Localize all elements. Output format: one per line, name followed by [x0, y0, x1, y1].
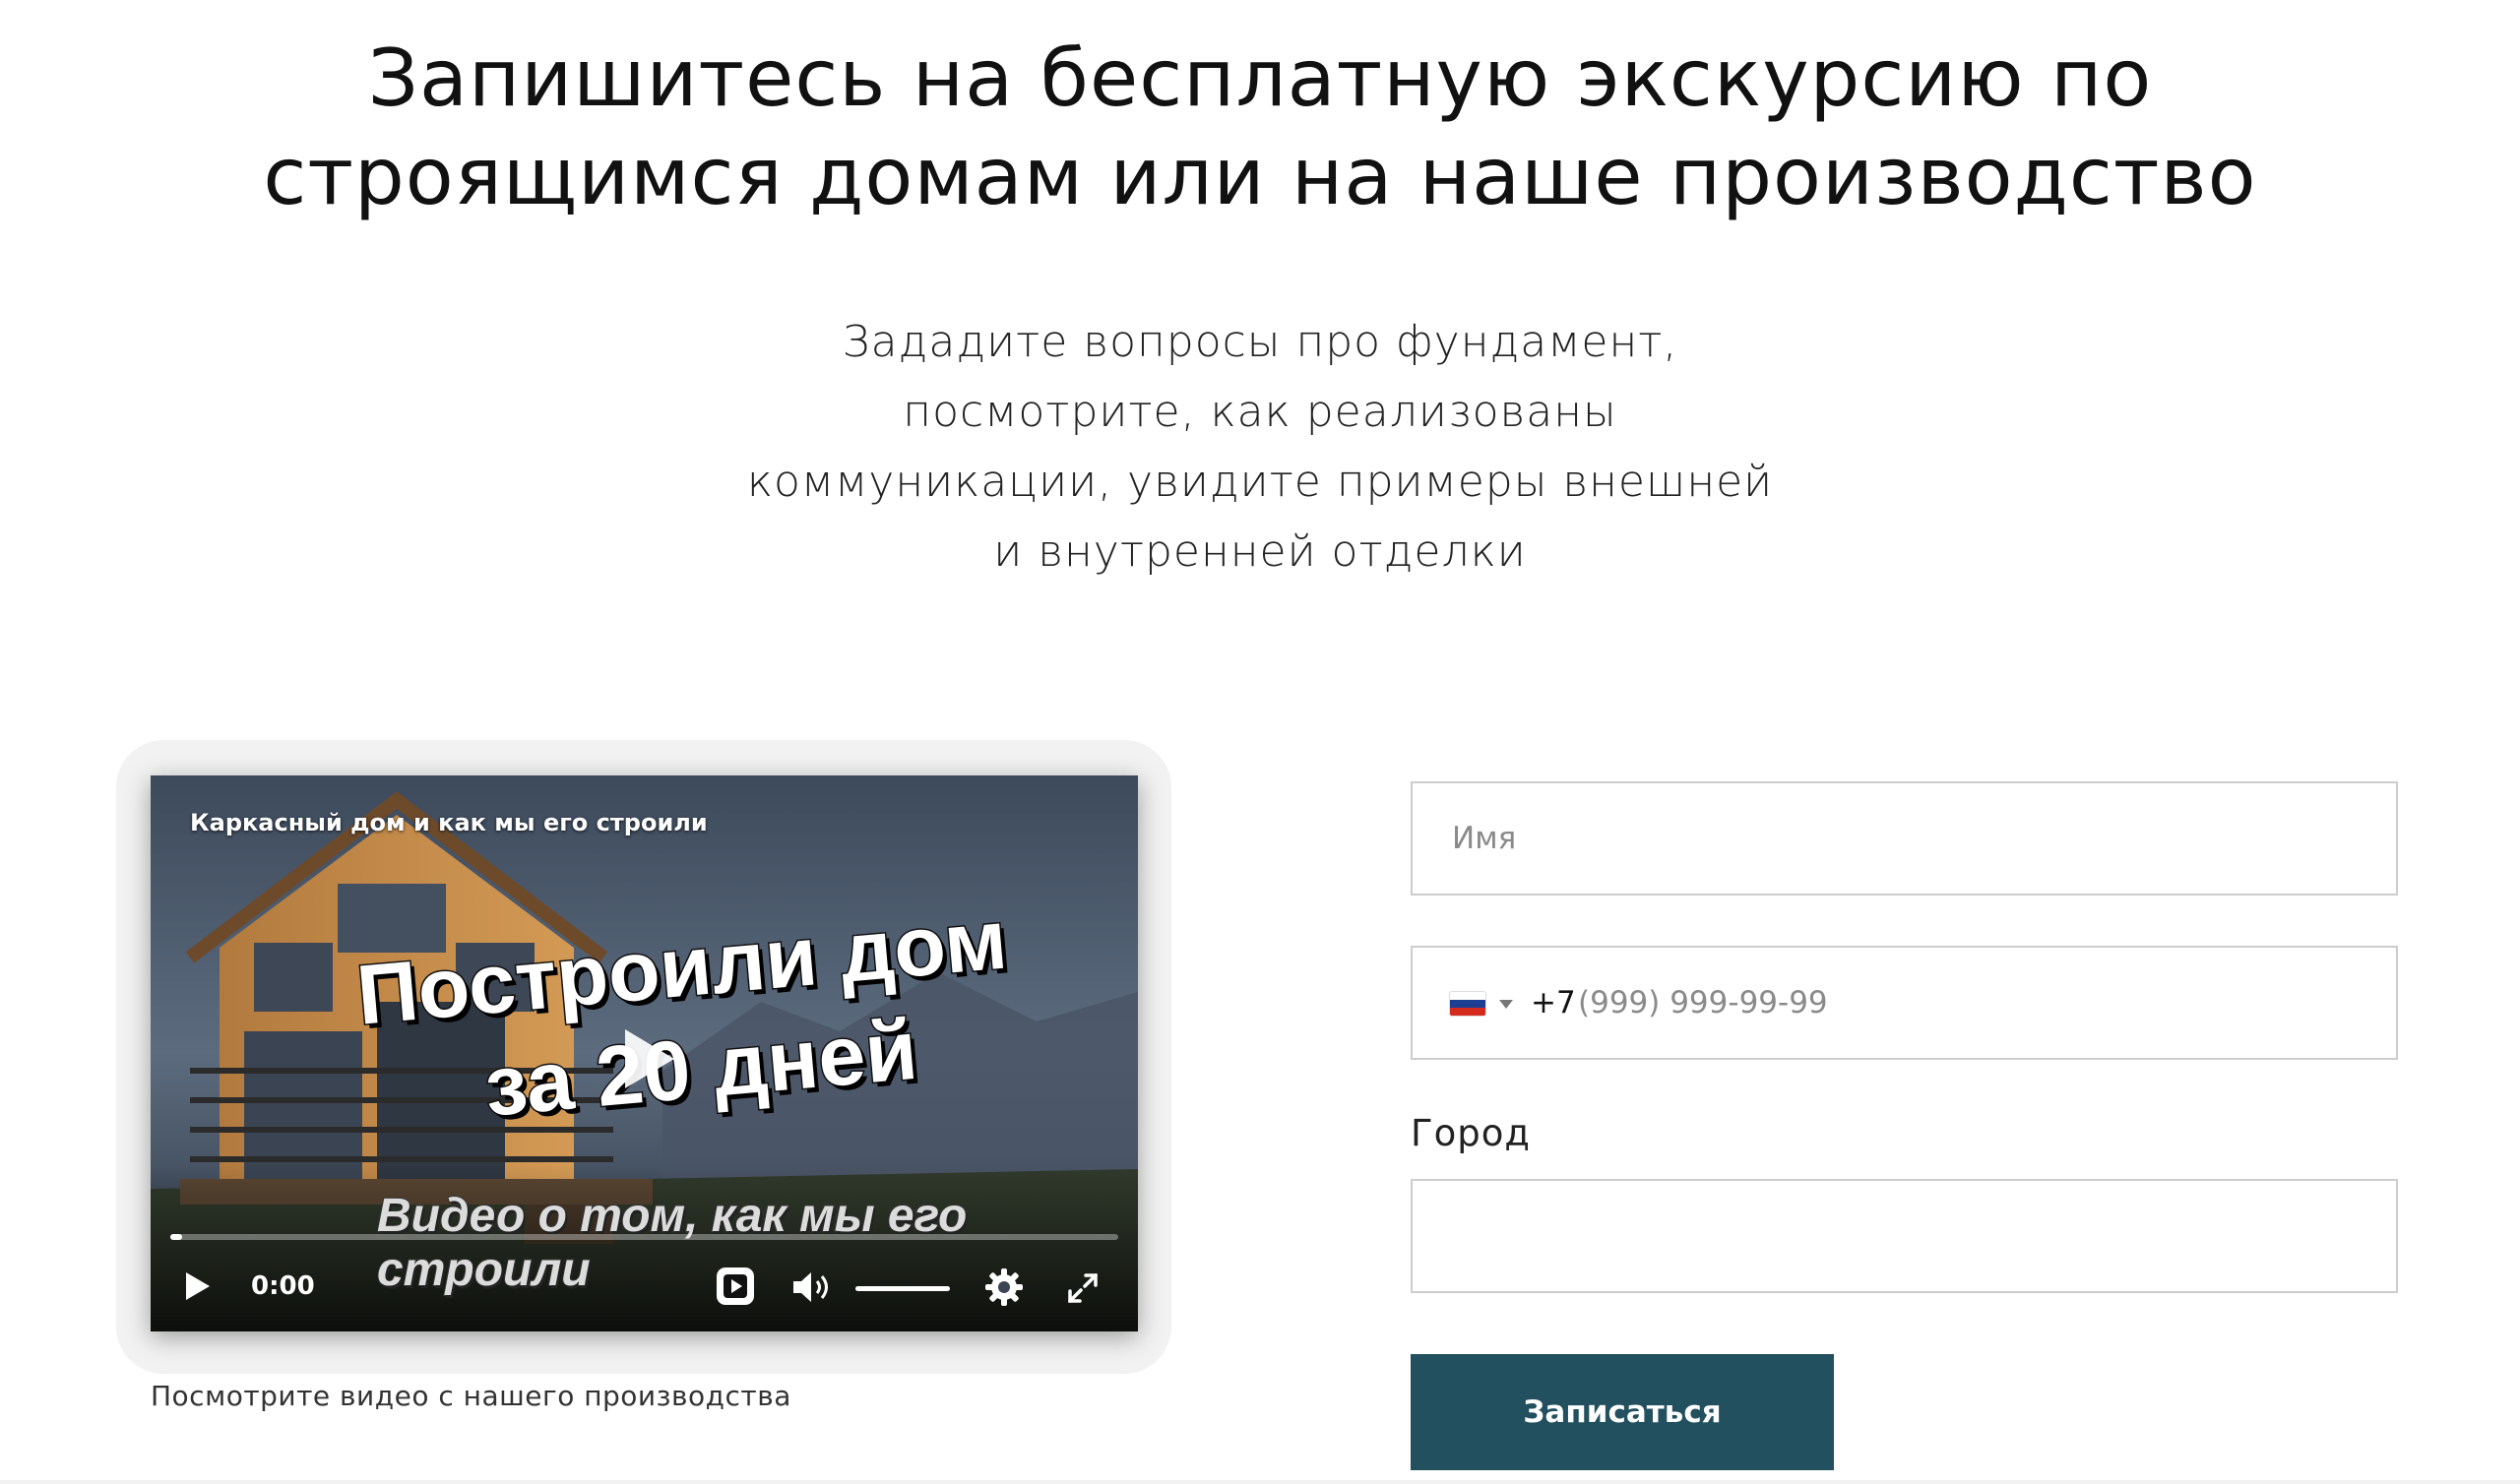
phone-field[interactable]: +7	[1411, 946, 2398, 1060]
player-logo-icon[interactable]	[715, 1266, 756, 1307]
video-caption: Посмотрите видео с нашего производства	[151, 1380, 791, 1412]
city-label: Город	[1411, 1112, 1531, 1154]
subtitle-line-1: Зададите вопросы про фундамент,	[842, 317, 1678, 367]
volume-slider[interactable]	[855, 1286, 950, 1291]
video-time: 0:00	[251, 1271, 315, 1301]
submit-button[interactable]: Записаться	[1411, 1354, 1834, 1470]
settings-gear-icon[interactable]	[984, 1268, 1024, 1307]
video-overlay-line-3: Видео о том, как мы его строили	[376, 1189, 968, 1297]
volume-level	[855, 1286, 950, 1291]
phone-input[interactable]	[1578, 950, 2346, 1056]
subtitle-line-4: и внутренней отделки	[993, 526, 1527, 577]
russia-flag-icon[interactable]	[1450, 992, 1485, 1016]
video-progress-fill	[170, 1234, 182, 1240]
phone-country-code: +7	[1531, 985, 1576, 1020]
heading-line-2: строящимся домам или на наше производств…	[263, 131, 2257, 222]
volume-icon[interactable]	[790, 1269, 834, 1305]
heading-line-1: Запишитесь на бесплатную экскурсию по	[367, 32, 2153, 124]
play-overlay-icon[interactable]	[596, 1012, 690, 1106]
play-icon[interactable]	[180, 1269, 214, 1303]
video-player[interactable]: Каркасный дом и как мы его строили Постр…	[151, 775, 1138, 1331]
name-input[interactable]	[1411, 781, 2398, 896]
city-input[interactable]	[1411, 1179, 2398, 1293]
fullscreen-icon[interactable]	[1066, 1271, 1100, 1305]
subtitle-line-2: посмотрите, как реализованы	[903, 387, 1617, 437]
subtitle-line-3: коммуникации, увидите примеры внешней	[746, 457, 1774, 507]
video-progress-bar[interactable]	[170, 1234, 1118, 1240]
page-heading: Запишитесь на бесплатную экскурсию по ст…	[177, 30, 2343, 226]
video-title[interactable]: Каркасный дом и как мы его строили	[190, 809, 708, 836]
section-divider	[0, 1480, 2520, 1484]
country-dropdown-caret-icon[interactable]	[1499, 1000, 1513, 1009]
page-subtitle: Зададите вопросы про фундамент, посмотри…	[669, 307, 1851, 587]
